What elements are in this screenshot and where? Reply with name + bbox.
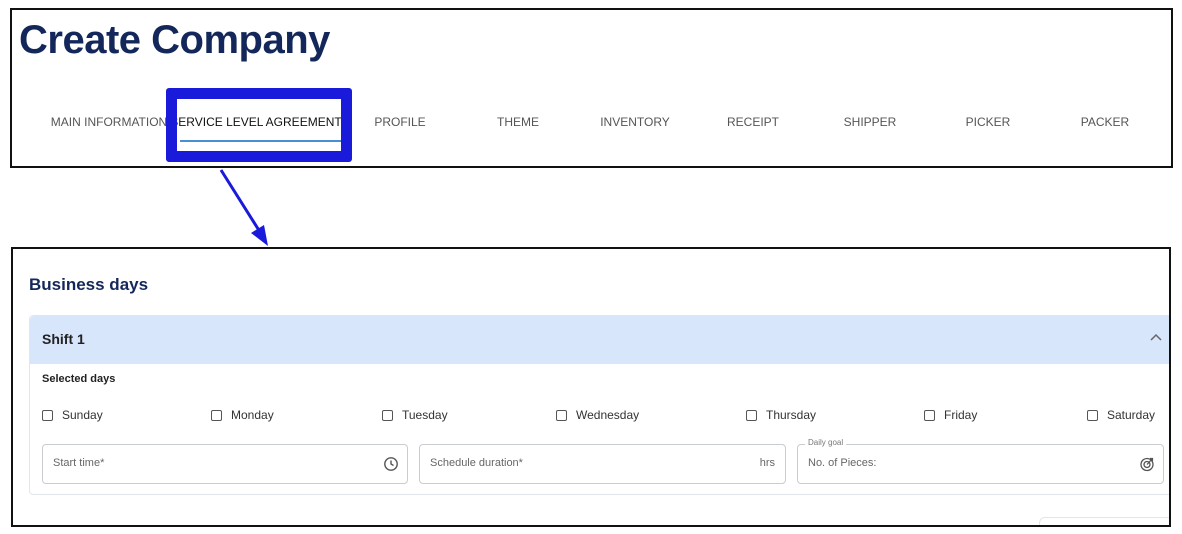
- checkbox-monday[interactable]: [211, 409, 222, 421]
- checkbox-tuesday[interactable]: [382, 409, 393, 421]
- day-monday[interactable]: Monday: [211, 407, 274, 423]
- day-label: Wednesday: [576, 408, 640, 422]
- start-time-placeholder: Start time*: [53, 457, 105, 469]
- start-time-field[interactable]: Start time*: [42, 444, 408, 484]
- day-sunday[interactable]: Sunday: [42, 407, 103, 423]
- tab-shipper[interactable]: SHIPPER: [844, 105, 897, 139]
- day-thursday[interactable]: Thursday: [746, 407, 816, 423]
- shift-header[interactable]: Shift 1: [30, 316, 1169, 364]
- day-label: Friday: [944, 408, 978, 422]
- selected-days-label: Selected days: [42, 373, 116, 385]
- tab-theme[interactable]: THEME: [497, 105, 539, 139]
- checkbox-thursday[interactable]: [746, 409, 757, 421]
- day-label: Tuesday: [402, 408, 448, 422]
- daily-goal-legend: Daily goal: [805, 438, 847, 447]
- day-label: Saturday: [1107, 408, 1156, 422]
- shift-title: Shift 1: [42, 331, 85, 347]
- day-friday[interactable]: Friday: [924, 407, 977, 423]
- tab-packer[interactable]: PACKER: [1081, 105, 1129, 139]
- tab-bar: MAIN INFORMATION SERVICE LEVEL AGREEMENT…: [12, 105, 1171, 139]
- tab-picker[interactable]: PICKER: [966, 105, 1011, 139]
- checkbox-friday[interactable]: [924, 409, 935, 421]
- partial-element: [1039, 517, 1169, 525]
- tab-profile[interactable]: PROFILE: [374, 105, 425, 139]
- chevron-up-icon[interactable]: [1150, 333, 1162, 341]
- schedule-duration-placeholder: Schedule duration*: [430, 457, 523, 469]
- tab-inventory[interactable]: INVENTORY: [600, 105, 670, 139]
- day-label: Thursday: [766, 408, 817, 422]
- day-label: Monday: [231, 408, 274, 422]
- sla-panel: Business days Shift 1 Selected days Sund…: [11, 247, 1171, 527]
- clock-icon[interactable]: [383, 456, 399, 472]
- tab-service-level-agreement[interactable]: SERVICE LEVEL AGREEMENT: [170, 105, 341, 139]
- tab-main-information[interactable]: MAIN INFORMATION: [51, 105, 167, 139]
- day-saturday[interactable]: Saturday: [1087, 407, 1155, 423]
- checkbox-wednesday[interactable]: [556, 409, 567, 421]
- schedule-duration-field[interactable]: Schedule duration* hrs: [419, 444, 786, 484]
- checkbox-sunday[interactable]: [42, 409, 53, 421]
- page-title: Create Company: [19, 18, 330, 62]
- day-wednesday[interactable]: Wednesday: [556, 407, 639, 423]
- top-panel: Create Company MAIN INFORMATION SERVICE …: [10, 8, 1173, 168]
- daily-goal-placeholder: No. of Pieces:: [808, 457, 877, 469]
- checkbox-saturday[interactable]: [1087, 409, 1098, 421]
- duration-unit-label: hrs: [759, 457, 775, 469]
- daily-goal-field[interactable]: Daily goal No. of Pieces:: [797, 438, 1164, 484]
- day-tuesday[interactable]: Tuesday: [382, 407, 448, 423]
- day-label: Sunday: [62, 408, 103, 422]
- tab-receipt[interactable]: RECEIPT: [727, 105, 779, 139]
- section-title: Business days: [29, 275, 149, 294]
- shift-card: Shift 1 Selected days Sunday Monday Tues…: [29, 315, 1169, 495]
- target-icon: [1140, 457, 1154, 472]
- active-tab-indicator: [180, 140, 342, 142]
